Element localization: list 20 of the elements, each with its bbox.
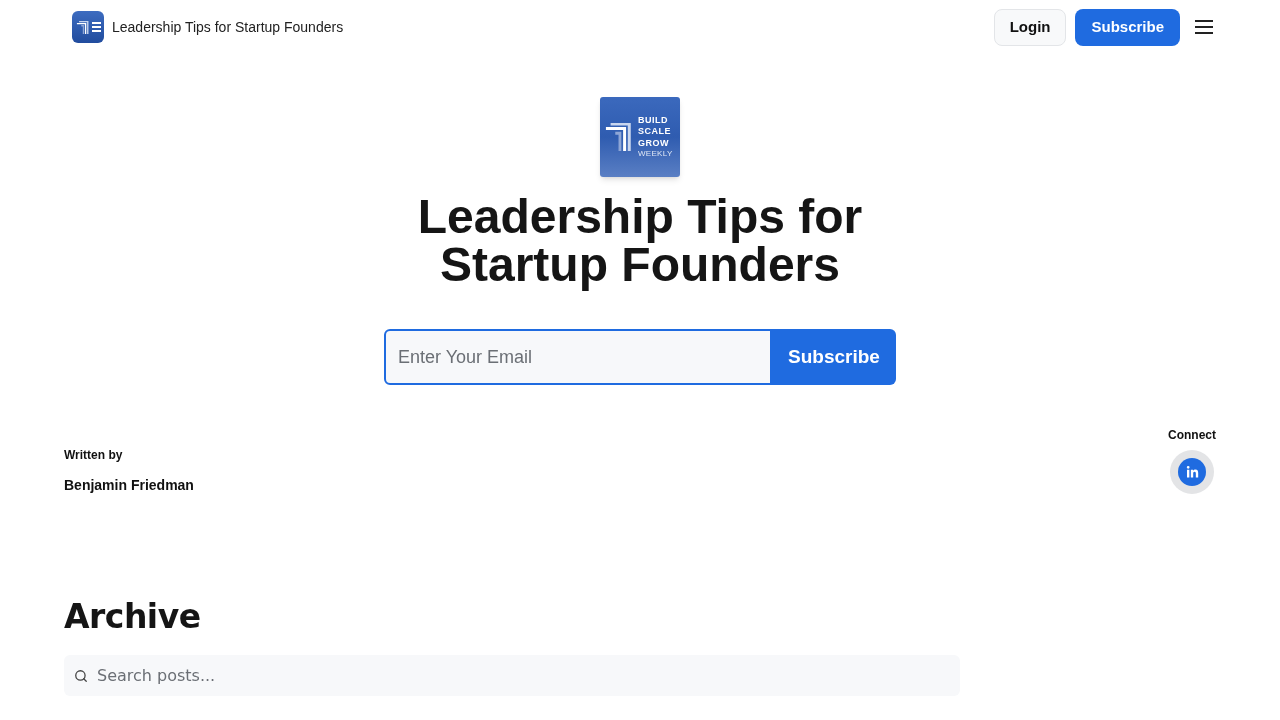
stripes-icon xyxy=(604,123,634,151)
connect-label: Connect xyxy=(1168,427,1216,443)
logo-text: GROW xyxy=(638,137,670,150)
archive-heading: Archive xyxy=(64,597,201,637)
linkedin-button[interactable] xyxy=(1170,450,1214,494)
email-field[interactable]: Enter Your Email xyxy=(384,329,772,385)
search-field[interactable]: Search posts... xyxy=(64,655,960,696)
logo-text: SCALE xyxy=(638,126,672,138)
subscribe-button[interactable]: Subscribe xyxy=(1075,8,1180,46)
logo-text: BUILD xyxy=(638,114,669,127)
linkedin-icon xyxy=(1178,458,1206,486)
logo-text: WEEKLY xyxy=(638,149,673,160)
search-icon xyxy=(74,669,88,683)
author-name: Benjamin Friedman xyxy=(64,476,194,495)
site-title[interactable]: Leadership Tips for Startup Founders xyxy=(112,16,344,38)
page-title: Leadership Tips for Startup Founders xyxy=(416,193,864,289)
login-button[interactable]: Login xyxy=(993,8,1067,46)
subscribe-button[interactable]: Subscribe xyxy=(772,329,896,385)
written-by-label: Written by xyxy=(64,447,123,463)
logo-icon[interactable] xyxy=(72,11,104,43)
